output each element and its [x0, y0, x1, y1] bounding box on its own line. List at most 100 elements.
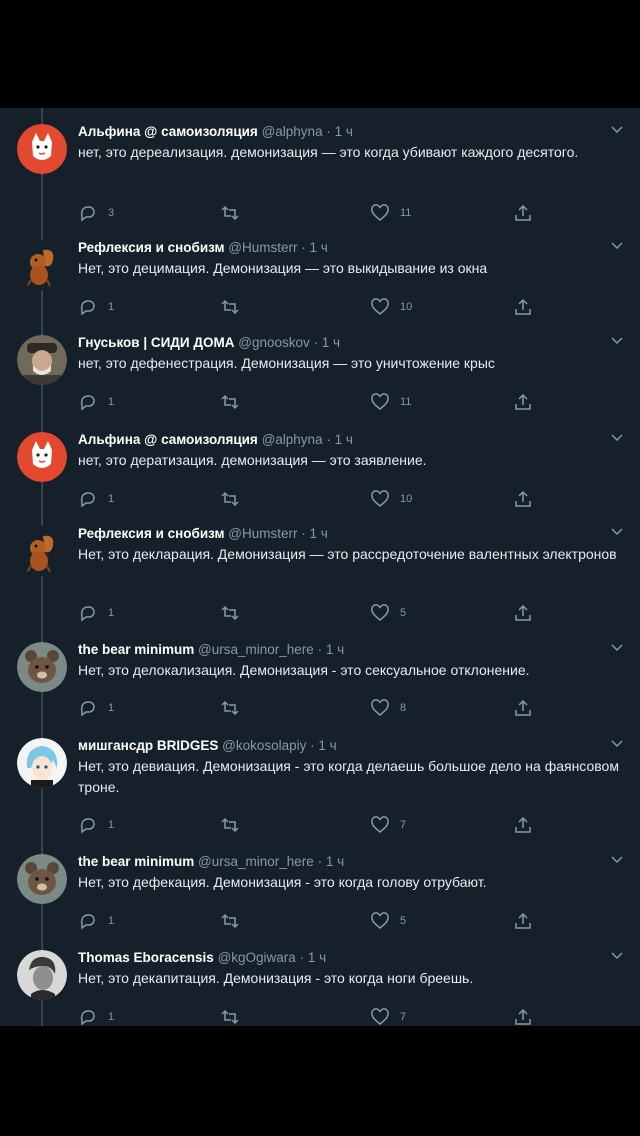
chevron-down-icon[interactable] [610, 736, 624, 750]
author-handle[interactable]: @Humsterr [228, 526, 297, 541]
reply-button[interactable]: 1 [78, 602, 114, 624]
man-photo-avatar[interactable] [17, 335, 67, 385]
reply-button[interactable]: 1 [78, 488, 114, 510]
share-button[interactable] [513, 697, 533, 719]
retweet-button[interactable] [220, 910, 240, 932]
author-name[interactable]: Альфина @ самоизоляция [78, 124, 258, 139]
retweet-button[interactable] [220, 697, 240, 719]
reply-button[interactable]: 1 [78, 814, 114, 836]
reply-count: 3 [108, 207, 115, 219]
share-button[interactable] [513, 488, 533, 510]
timestamp[interactable]: 1 ч [310, 240, 328, 255]
author-handle[interactable]: @ursa_minor_here [198, 854, 314, 869]
like-count: 7 [400, 1011, 407, 1023]
like-button[interactable]: 11 [370, 202, 411, 224]
share-icon [515, 912, 531, 929]
author-handle[interactable]: @gnooskov [238, 335, 310, 350]
author-handle[interactable]: @alphyna [262, 124, 323, 139]
letterbox-bottom [0, 1026, 640, 1136]
author-name[interactable]: the bear minimum [78, 642, 194, 657]
like-button[interactable]: 10 [370, 488, 412, 510]
retweet-icon [221, 913, 239, 929]
retweet-button[interactable] [220, 488, 240, 510]
tweet-text: нет, это дереализация. демонизация — это… [78, 144, 579, 160]
author-name[interactable]: Альфина @ самоизоляция [78, 432, 258, 447]
reply-button[interactable]: 1 [78, 296, 114, 318]
reply-count: 1 [108, 1011, 115, 1023]
bear-avatar[interactable] [17, 642, 67, 692]
like-button[interactable]: 8 [370, 697, 406, 719]
reply-button[interactable]: 1 [78, 391, 114, 413]
chevron-down-icon[interactable] [610, 333, 624, 347]
timestamp[interactable]: 1 ч [326, 642, 344, 657]
chevron-down-icon[interactable] [610, 238, 624, 252]
bear-avatar[interactable] [17, 854, 67, 904]
share-button[interactable] [513, 296, 533, 318]
chevron-down-icon[interactable] [610, 852, 624, 866]
reply-button[interactable]: 1 [78, 1006, 114, 1026]
author-name[interactable]: Гнуськов | СИДИ ДОМА [78, 335, 235, 350]
author-handle[interactable]: @kgOgiwara [218, 950, 296, 965]
like-button[interactable]: 5 [370, 910, 406, 932]
author-name[interactable]: the bear minimum [78, 854, 194, 869]
timestamp[interactable]: 1 ч [322, 335, 340, 350]
squirrel-avatar[interactable] [17, 240, 67, 290]
share-icon [515, 604, 531, 621]
share-button[interactable] [513, 202, 533, 224]
share-button[interactable] [513, 602, 533, 624]
chevron-down-icon[interactable] [610, 948, 624, 962]
reply-icon [80, 1010, 95, 1026]
like-count: 7 [400, 819, 407, 831]
share-button[interactable] [513, 391, 533, 413]
heart-icon [371, 912, 389, 929]
reply-button[interactable]: 1 [78, 910, 114, 932]
chevron-down-icon[interactable] [610, 524, 624, 538]
retweet-icon [221, 817, 239, 833]
reply-button[interactable]: 3 [78, 202, 114, 224]
retweet-button[interactable] [220, 202, 240, 224]
separator-dot: · [322, 432, 335, 447]
tweet-text: Нет, это декапитация. Демонизация - это … [78, 970, 474, 986]
squirrel-avatar[interactable] [17, 526, 67, 576]
retweet-button[interactable] [220, 296, 240, 318]
timestamp[interactable]: 1 ч [326, 854, 344, 869]
timestamp[interactable]: 1 ч [318, 738, 336, 753]
chevron-down-icon[interactable] [610, 430, 624, 444]
tweet-text: нет, это дератизация. демонизация — это … [78, 452, 427, 468]
author-name[interactable]: Thomas Eboracensis [78, 950, 214, 965]
author-name[interactable]: Рефлексия и снобизм [78, 240, 225, 255]
share-button[interactable] [513, 1006, 533, 1026]
chevron-down-icon[interactable] [610, 640, 624, 654]
like-count: 5 [400, 607, 407, 619]
timestamp[interactable]: 1 ч [308, 950, 326, 965]
fox-avatar[interactable] [17, 124, 67, 174]
portrait-avatar[interactable] [17, 950, 67, 1000]
like-button[interactable]: 5 [370, 602, 406, 624]
anime-avatar[interactable] [17, 738, 67, 788]
like-button[interactable]: 7 [370, 1006, 406, 1026]
retweet-button[interactable] [220, 391, 240, 413]
timestamp[interactable]: 1 ч [310, 526, 328, 541]
retweet-button[interactable] [220, 1006, 240, 1026]
author-handle[interactable]: @alphyna [262, 432, 323, 447]
author-name[interactable]: мишгансдр BRIDGES [78, 738, 218, 753]
author-handle[interactable]: @Humsterr [228, 240, 297, 255]
share-button[interactable] [513, 910, 533, 932]
like-button[interactable]: 10 [370, 296, 412, 318]
timestamp[interactable]: 1 ч [335, 124, 353, 139]
reply-thread: Альфина @ самоизоляция @alphyna · 1 ч не… [0, 108, 640, 1026]
author-handle[interactable]: @kokosolapiy [222, 738, 306, 753]
reply-icon [80, 395, 95, 411]
like-button[interactable]: 11 [370, 391, 411, 413]
share-button[interactable] [513, 814, 533, 836]
author-name[interactable]: Рефлексия и снобизм [78, 526, 225, 541]
reply-button[interactable]: 1 [78, 697, 114, 719]
author-handle[interactable]: @ursa_minor_here [198, 642, 314, 657]
chevron-down-icon[interactable] [610, 122, 624, 136]
fox-avatar[interactable] [17, 432, 67, 482]
retweet-button[interactable] [220, 602, 240, 624]
like-button[interactable]: 7 [370, 814, 406, 836]
timestamp[interactable]: 1 ч [335, 432, 353, 447]
retweet-button[interactable] [220, 814, 240, 836]
separator-dot: · [322, 124, 335, 139]
